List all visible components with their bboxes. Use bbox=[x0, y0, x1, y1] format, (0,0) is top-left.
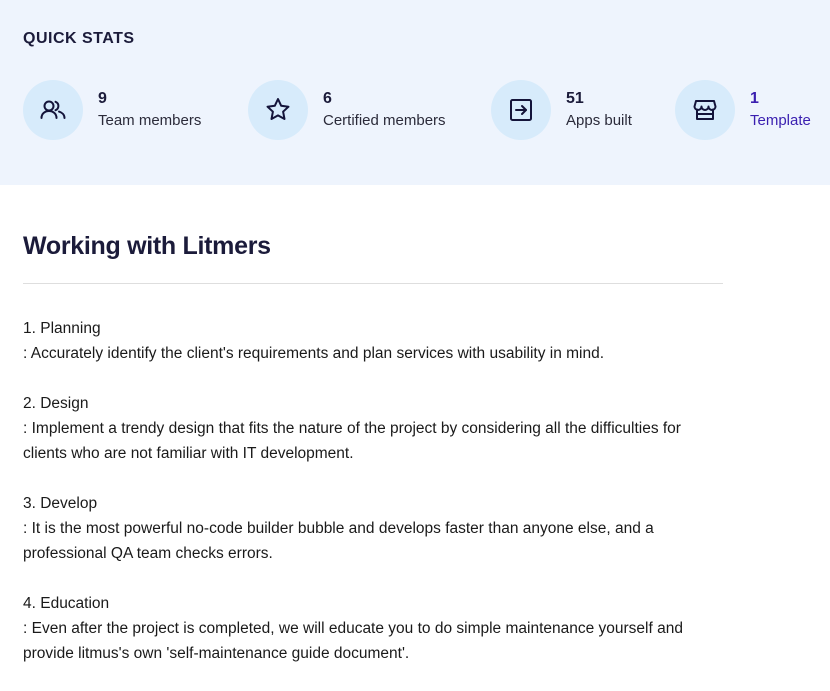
step-education: 4. Education : Even after the project is… bbox=[23, 591, 723, 666]
step-body: : Even after the project is completed, w… bbox=[23, 620, 683, 662]
stat-value: 9 bbox=[98, 90, 107, 107]
step-design: 2. Design : Implement a trendy design th… bbox=[23, 391, 723, 466]
users-icon bbox=[23, 80, 83, 140]
step-heading: 2. Design bbox=[23, 395, 89, 412]
stat-value[interactable]: 1 bbox=[750, 90, 759, 108]
stat-label: Team members bbox=[98, 112, 202, 129]
steps-list: 1. Planning : Accurately identify the cl… bbox=[23, 316, 723, 691]
section-title: Working with Litmers bbox=[23, 232, 271, 260]
step-heading: 4. Education bbox=[23, 595, 110, 612]
quick-stats-panel: QUICK STATS 9 Team members 6 Certified m… bbox=[0, 0, 830, 185]
stat-label: Apps built bbox=[566, 112, 632, 129]
step-body: : It is the most powerful no-code builde… bbox=[23, 520, 654, 562]
step-heading: 1. Planning bbox=[23, 320, 101, 337]
quick-stats-title: QUICK STATS bbox=[23, 30, 135, 47]
stat-value: 6 bbox=[323, 90, 332, 107]
step-planning: 1. Planning : Accurately identify the cl… bbox=[23, 316, 723, 366]
stat-label[interactable]: Template bbox=[750, 112, 811, 129]
step-body: : Implement a trendy design that fits th… bbox=[23, 420, 681, 462]
stat-value: 51 bbox=[566, 90, 584, 107]
step-body: : Accurately identify the client's requi… bbox=[23, 345, 605, 362]
step-heading: 3. Develop bbox=[23, 495, 98, 512]
star-icon bbox=[248, 80, 308, 140]
step-develop: 3. Develop : It is the most powerful no-… bbox=[23, 491, 723, 566]
stat-label: Certified members bbox=[323, 112, 446, 129]
store-icon bbox=[675, 80, 735, 140]
divider bbox=[23, 283, 723, 284]
arrow-into-box-icon bbox=[491, 80, 551, 140]
